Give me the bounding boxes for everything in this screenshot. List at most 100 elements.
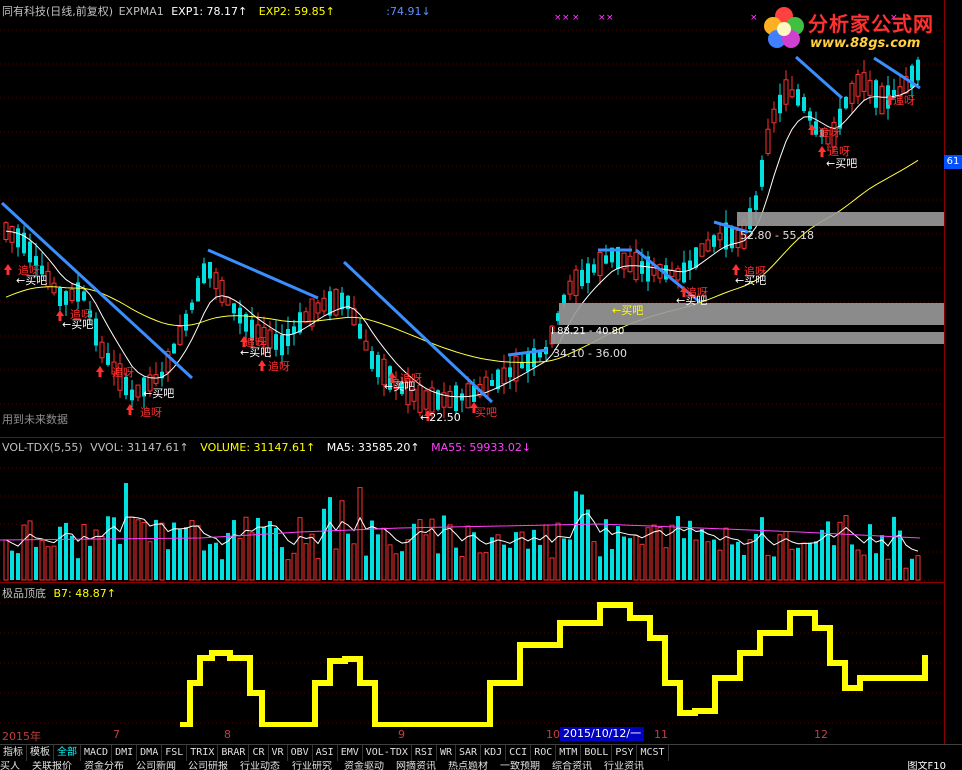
candle-body	[423, 390, 429, 410]
tab-3[interactable]: MACD	[81, 745, 113, 761]
tab-10[interactable]: VR	[269, 745, 288, 761]
buy-signal: ←买吧	[62, 318, 94, 331]
bottom-link-8[interactable]: 网摘资讯	[396, 761, 436, 770]
tab-22[interactable]: BOLL	[581, 745, 613, 761]
bottom-link-9[interactable]: 热点题材	[448, 761, 488, 770]
oscillator-chart	[0, 602, 944, 727]
volume-bar	[202, 550, 206, 580]
tab-4[interactable]: DMI	[112, 745, 138, 761]
volume-bar	[850, 544, 854, 580]
tab-5[interactable]: DMA	[137, 745, 163, 761]
volume-bar	[663, 547, 669, 581]
volume-bar	[682, 538, 686, 580]
bottom-link-0[interactable]: 买人	[0, 761, 20, 770]
tab-17[interactable]: SAR	[456, 745, 482, 761]
candle-body	[580, 269, 584, 287]
tab-11[interactable]: OBV	[288, 745, 313, 761]
volume-bar	[562, 538, 566, 580]
tab-20[interactable]: ROC	[531, 745, 557, 761]
buy-signal: ←买吧	[826, 157, 858, 170]
volume-bar	[526, 548, 530, 580]
volume-bar	[508, 547, 512, 580]
event-marker: ×	[572, 13, 580, 23]
tab-23[interactable]: PSY	[612, 745, 638, 761]
stock-title: 同有科技(日线,前复权)	[2, 5, 114, 18]
candle-body	[526, 351, 530, 372]
bottom-link-3[interactable]: 公司新闻	[136, 761, 176, 770]
tab-2[interactable]: 全部	[54, 745, 81, 761]
candle-body	[855, 73, 861, 97]
tab-24[interactable]: MCST	[637, 745, 669, 761]
bottom-link-12[interactable]: 行业资讯	[604, 761, 644, 770]
candle-body	[225, 296, 231, 306]
tab-12[interactable]: ASI	[313, 745, 338, 761]
tab-8[interactable]: BRAR	[218, 745, 250, 761]
b7-line	[180, 602, 928, 727]
price-pane[interactable]: × × × × × × × 同有科技(日线,前复权) EXPMA1 EXP1: 78.17↑…	[0, 0, 944, 437]
volume-bar	[717, 549, 723, 581]
volume-bar	[159, 522, 165, 581]
volume-bar	[118, 543, 122, 580]
candle-body	[694, 247, 698, 268]
candle-body	[202, 263, 206, 284]
volume-bar	[861, 554, 867, 581]
volume-bar	[195, 525, 201, 581]
volume-bar	[315, 558, 321, 581]
volume-bar	[549, 557, 555, 581]
tab-14[interactable]: VOL-TDX	[363, 745, 412, 761]
volume-bar	[280, 547, 284, 580]
candle-body	[213, 272, 219, 290]
volume-bar	[243, 516, 249, 581]
volume-bar	[147, 541, 153, 581]
candle-body	[562, 294, 566, 304]
volume-bar	[412, 523, 416, 580]
tab-18[interactable]: KDJ	[481, 745, 507, 761]
candle-body	[208, 261, 212, 279]
tab-16[interactable]: WR	[437, 745, 457, 761]
candle-body	[849, 82, 855, 104]
volume-bar	[495, 534, 501, 581]
candle-body	[106, 353, 110, 365]
volume-chart	[0, 467, 944, 581]
tab-0[interactable]: 指标	[0, 745, 27, 761]
price-header: 同有科技(日线,前复权) EXPMA1 EXP1: 78.17↑ EXP2: 5…	[2, 3, 439, 19]
candle-body	[688, 260, 692, 270]
bottom-link-10[interactable]: 一致预期	[500, 761, 540, 770]
chase-signal: 追呀	[112, 366, 134, 379]
volume-bar	[214, 542, 218, 580]
volume-bar	[574, 491, 578, 580]
bottom-link-7[interactable]: 资金驱动	[344, 761, 384, 770]
volume-bar	[610, 549, 614, 580]
f10-button[interactable]: 图文F10	[908, 761, 946, 770]
tab-6[interactable]: FSL	[162, 745, 188, 761]
volume-pane[interactable]: VOL-TDX(5,55) VVOL: 31147.61↑ VOLUME: 31…	[0, 438, 944, 582]
candle-body	[754, 195, 758, 210]
candle-body	[309, 298, 315, 327]
candle-body	[567, 280, 573, 295]
bottom-link-1[interactable]: 关联报价	[32, 761, 72, 770]
bottom-link-5[interactable]: 行业动态	[240, 761, 280, 770]
current-price-tag: 61	[944, 155, 962, 169]
bottom-link-6[interactable]: 行业研究	[292, 761, 332, 770]
volume-bar	[237, 537, 243, 581]
volume-bar	[814, 541, 818, 580]
tab-9[interactable]: CR	[249, 745, 269, 761]
bottom-link-11[interactable]: 综合资讯	[552, 761, 592, 770]
tab-1[interactable]: 模板	[27, 745, 54, 761]
volume-bar	[99, 535, 105, 581]
tab-19[interactable]: CCI	[506, 745, 532, 761]
tab-15[interactable]: RSI	[412, 745, 437, 761]
oscillator-pane[interactable]: 极品顶底 B7: 48.87↑	[0, 583, 944, 727]
tab-21[interactable]: MTM	[556, 745, 582, 761]
trend-line	[795, 55, 843, 100]
tab-7[interactable]: TRIX	[187, 745, 219, 761]
tab-13[interactable]: EMV	[338, 745, 363, 761]
volume-bar	[832, 545, 836, 580]
exp2-value: EXP2: 59.85↑	[258, 5, 335, 18]
volume-bar	[568, 539, 572, 580]
volume-bar	[700, 528, 704, 580]
candle-body	[765, 128, 771, 154]
bottom-link-4[interactable]: 公司研报	[188, 761, 228, 770]
candle-body	[196, 278, 200, 302]
bottom-link-2[interactable]: 资金分布	[84, 761, 124, 770]
